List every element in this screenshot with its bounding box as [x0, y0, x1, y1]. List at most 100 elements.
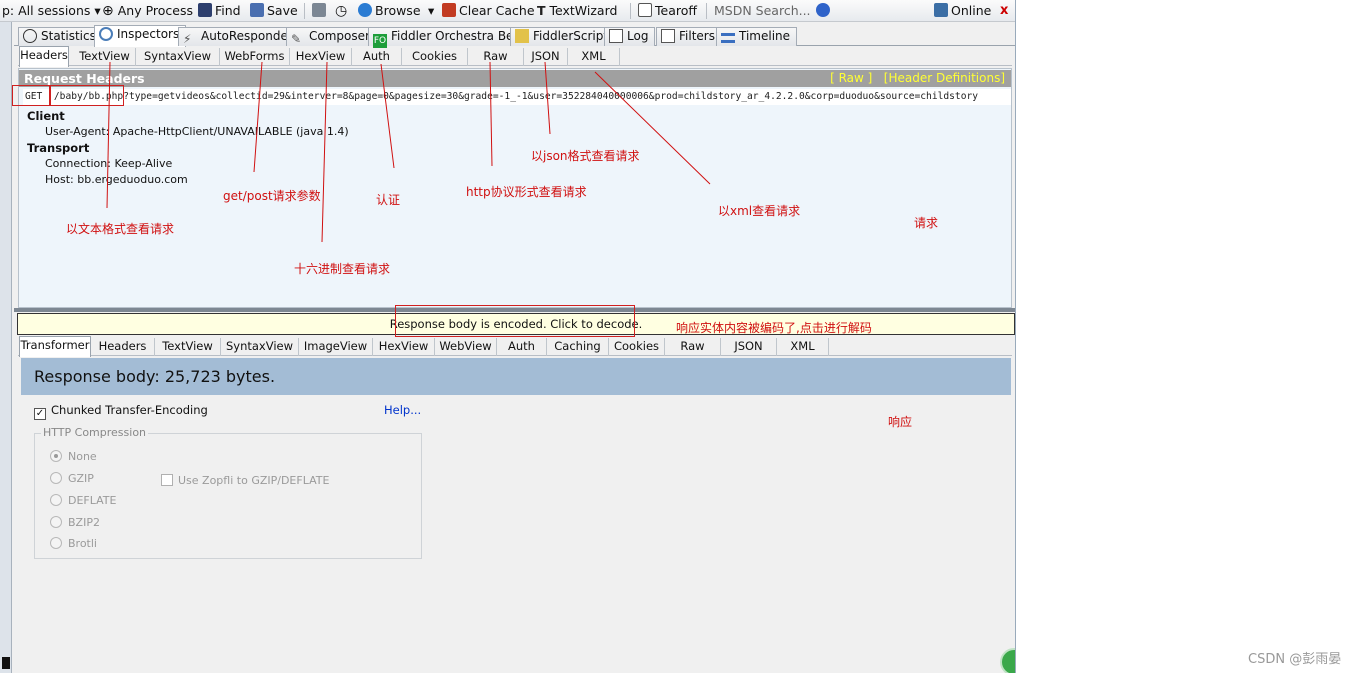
response-tab-textview[interactable]: TextView — [155, 338, 221, 356]
option-label: GZIP — [68, 472, 94, 485]
screenshot-canvas: p: All sessions ▾ ⊕ Any Process Find Sav… — [0, 0, 1364, 673]
raw-link[interactable]: [ Raw ] — [830, 71, 872, 85]
help-icon — [816, 3, 830, 17]
request-line[interactable]: GET /baby/bb.php?type=getvideos&collecti… — [23, 89, 1011, 105]
request-tab-headers[interactable]: Headers — [19, 46, 69, 67]
tab-filters[interactable]: Filters — [656, 27, 722, 46]
pencil-icon: ✎ — [291, 32, 302, 46]
toolbar-separator — [630, 3, 631, 19]
online-status[interactable]: Online — [934, 3, 991, 19]
response-tab-transformer[interactable]: Transformer — [19, 336, 91, 357]
tab-label: Statistics — [41, 29, 96, 43]
zopfli-label: Use Zopfli to GZIP/DEFLATE — [178, 474, 330, 487]
toolbar-separator — [706, 3, 707, 19]
compression-option-none[interactable]: None — [50, 450, 97, 463]
tab-label: AutoResponder — [201, 29, 293, 43]
chevron-down-icon: ▾ — [94, 3, 101, 18]
request-tab-xml[interactable]: XML — [568, 48, 620, 66]
tab-log[interactable]: Log — [604, 27, 656, 46]
textwizard-button[interactable]: T TextWizard — [537, 3, 617, 19]
help-link[interactable]: Help... — [384, 403, 421, 417]
clear-cache-button[interactable]: Clear Cache — [442, 3, 535, 19]
response-tab-caching[interactable]: Caching — [547, 338, 609, 356]
chunked-encoding-checkbox[interactable]: ✓ Chunked Transfer-Encoding — [34, 403, 208, 420]
request-tab-raw[interactable]: Raw — [468, 48, 524, 66]
compression-option-bzip2[interactable]: BZIP2 — [50, 516, 100, 529]
option-label: DEFLATE — [68, 494, 117, 507]
textwizard-icon: T — [537, 3, 546, 18]
radio-icon — [50, 472, 62, 484]
msdn-search-input[interactable]: MSDN Search... — [714, 3, 811, 19]
response-tab-syntaxview[interactable]: SyntaxView — [221, 338, 299, 356]
network-icon — [934, 3, 948, 17]
any-process-button[interactable]: ⊕ Any Process — [102, 3, 193, 19]
response-tab-json[interactable]: JSON — [721, 338, 777, 356]
header-item: User-Agent: Apache-HttpClient/UNAVAILABL… — [45, 125, 349, 138]
tab-label: Composer — [309, 29, 370, 43]
save-button[interactable]: Save — [250, 3, 298, 19]
camera-icon — [312, 3, 326, 17]
request-tab-syntaxview[interactable]: SyntaxView — [136, 48, 220, 66]
sessions-filter-dropdown[interactable]: p: All sessions ▾ — [2, 3, 101, 19]
request-tab-textview[interactable]: TextView — [74, 48, 136, 66]
compression-option-deflate[interactable]: DEFLATE — [50, 494, 116, 507]
response-tab-webview[interactable]: WebView — [435, 338, 497, 356]
annotation-request: 请求 — [914, 216, 939, 230]
request-tab-json[interactable]: JSON — [524, 48, 568, 66]
tab-composer[interactable]: ✎ Composer — [286, 27, 377, 46]
screenshot-button[interactable] — [312, 3, 329, 19]
close-icon[interactable]: x — [1000, 3, 1008, 19]
textwizard-label: TextWizard — [549, 3, 618, 18]
header-item: Host: bb.ergeduoduo.com — [45, 173, 188, 186]
option-label: BZIP2 — [68, 516, 100, 529]
timer-button[interactable]: ◷ — [335, 3, 347, 19]
find-label: Find — [215, 3, 241, 18]
tab-label: FiddlerScript — [533, 29, 609, 43]
tab-autoresponder[interactable]: ⚡ AutoResponder — [178, 27, 300, 46]
zopfli-checkbox[interactable]: Use Zopfli to GZIP/DEFLATE — [161, 474, 329, 487]
request-tab-cookies[interactable]: Cookies — [402, 48, 468, 66]
chevron-down-icon: ▾ — [428, 3, 435, 18]
find-button[interactable]: Find — [198, 3, 241, 19]
request-tab-hexview[interactable]: HexView — [290, 48, 352, 66]
tearoff-button[interactable]: Tearoff — [638, 3, 697, 19]
annotation-box-decode — [395, 305, 635, 337]
tearoff-icon — [638, 3, 652, 17]
response-tab-hexview[interactable]: HexView — [373, 338, 435, 356]
request-headers-title-bar: Request Headers [ Raw ] [Header Definiti… — [19, 70, 1011, 87]
header-links: [ Raw ] [Header Definitions] — [830, 70, 1005, 87]
browse-dropdown[interactable]: ▾ — [428, 3, 434, 19]
browse-button[interactable]: Browse — [358, 3, 421, 19]
header-group-client[interactable]: Client — [27, 109, 65, 123]
response-tab-headers[interactable]: Headers — [91, 338, 155, 356]
annotation-textview: 以文本格式查看请求 — [66, 222, 175, 236]
response-tab-xml[interactable]: XML — [777, 338, 829, 356]
compression-option-gzip[interactable]: GZIP — [50, 472, 94, 485]
toolbar: p: All sessions ▾ ⊕ Any Process Find Sav… — [0, 0, 1015, 22]
tab-label: Fiddler Orchestra Beta — [391, 29, 526, 43]
tab-timeline[interactable]: Timeline — [716, 27, 798, 46]
tab-inspectors[interactable]: Inspectors — [94, 25, 187, 47]
tab-label: Filters — [679, 29, 715, 43]
lightning-icon: ⚡ — [183, 32, 192, 46]
radio-icon — [50, 537, 62, 549]
crosshair-icon: ⊕ — [102, 3, 114, 19]
tab-statistics[interactable]: Statistics — [18, 27, 103, 46]
request-url: /baby/bb.php?type=getvideos&collectid=29… — [53, 91, 979, 102]
header-group-transport[interactable]: Transport — [27, 141, 89, 155]
header-definitions-link[interactable]: [Header Definitions] — [884, 71, 1005, 85]
help-button[interactable] — [816, 3, 833, 19]
request-tab-webforms[interactable]: WebForms — [220, 48, 290, 66]
response-body-size-banner: Response body: 25,723 bytes. — [21, 358, 1011, 395]
response-tab-auth[interactable]: Auth — [497, 338, 547, 356]
response-tab-raw[interactable]: Raw — [665, 338, 721, 356]
request-tab-auth[interactable]: Auth — [352, 48, 402, 66]
response-tab-imageview[interactable]: ImageView — [299, 338, 373, 356]
compression-option-brotli[interactable]: Brotli — [50, 537, 97, 550]
browse-label: Browse — [375, 3, 421, 18]
stopwatch-icon: ◷ — [335, 3, 348, 19]
tab-fiddlerscript[interactable]: FiddlerScript — [510, 27, 616, 46]
filter-checkbox-icon — [661, 29, 675, 43]
response-tab-cookies[interactable]: Cookies — [609, 338, 665, 356]
tab-fiddler-orchestra[interactable]: FO Fiddler Orchestra Beta — [368, 27, 533, 48]
